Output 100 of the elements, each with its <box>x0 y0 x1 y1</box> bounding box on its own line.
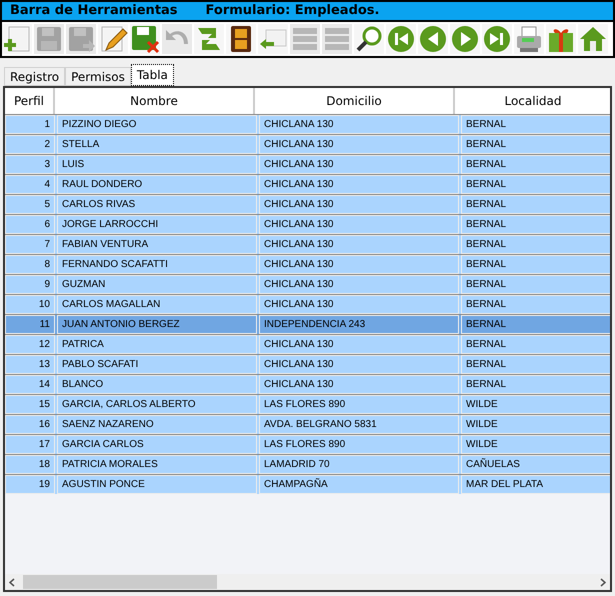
table-cell: FERNANDO SCAFATTI <box>57 255 257 274</box>
table-cell: CHICLANA 130 <box>259 115 459 134</box>
table-cell: 13 <box>5 355 55 374</box>
table-cell: 11 <box>5 315 55 334</box>
table-cell: CAÑUELAS <box>461 455 610 474</box>
table-cell: 15 <box>5 395 55 414</box>
table-cell: BLANCO <box>57 375 257 394</box>
table-cell: BERNAL <box>461 115 610 134</box>
first-icon <box>386 24 416 54</box>
table-cell: BERNAL <box>461 175 610 194</box>
table-cell: BERNAL <box>461 375 610 394</box>
table-cell: BERNAL <box>461 155 610 174</box>
save-cancel-icon <box>130 24 160 54</box>
table-cell: WILDE <box>461 415 610 434</box>
table-cell: 16 <box>5 415 55 434</box>
table-cell: MAR DEL PLATA <box>461 475 610 494</box>
scroll-left-icon[interactable] <box>9 578 15 586</box>
table-cell: CHAMPAGÑA <box>259 475 459 494</box>
table-cell: BERNAL <box>461 295 610 314</box>
tab[interactable]: Tabla <box>130 64 174 86</box>
table-cell: BERNAL <box>461 255 610 274</box>
table-cell: LUIS <box>57 155 257 174</box>
table-cell: BERNAL <box>461 275 610 294</box>
table-cell: 7 <box>5 235 55 254</box>
table-cell: CHICLANA 130 <box>259 255 459 274</box>
table-cell: 14 <box>5 375 55 394</box>
horizontal-scrollbar[interactable] <box>5 574 610 590</box>
table-cell: 12 <box>5 335 55 354</box>
table-cell: LAS FLORES 890 <box>259 395 459 414</box>
table-cell: BERNAL <box>461 195 610 214</box>
table-cell: BERNAL <box>461 335 610 354</box>
save-as-icon <box>66 24 96 54</box>
table-cell: CHICLANA 130 <box>259 275 459 294</box>
scroll-thumb[interactable] <box>23 575 217 589</box>
table-cell: WILDE <box>461 435 610 454</box>
table-cell: BERNAL <box>461 235 610 254</box>
last-button[interactable] <box>482 24 512 54</box>
table-cell: 4 <box>5 175 55 194</box>
table-cell: 6 <box>5 215 55 234</box>
save-icon <box>34 24 64 54</box>
table-cell: CARLOS MAGALLAN <box>57 295 257 314</box>
table-cell: CHICLANA 130 <box>259 175 459 194</box>
table-cell: CHICLANA 130 <box>259 335 459 354</box>
table-cell: INDEPENDENCIA 243 <box>259 315 459 334</box>
tab[interactable]: Permisos <box>65 67 131 86</box>
home-button[interactable] <box>578 24 608 54</box>
table-cell: CHICLANA 130 <box>259 155 459 174</box>
table-cell: JORGE LARROCCHI <box>57 215 257 234</box>
table-cell: 10 <box>5 295 55 314</box>
table-cell: AVDA. BELGRANO 5831 <box>259 415 459 434</box>
tab[interactable]: Registro <box>4 67 66 86</box>
gift-button[interactable] <box>546 24 576 54</box>
scroll-right-icon[interactable] <box>600 578 606 586</box>
print-icon <box>514 24 544 54</box>
table-cell: FABIAN VENTURA <box>57 235 257 254</box>
table-cell: 3 <box>5 155 55 174</box>
search-button[interactable] <box>354 24 384 54</box>
table-cell: 17 <box>5 435 55 454</box>
table-cell: 2 <box>5 135 55 154</box>
edit-button[interactable] <box>98 24 128 54</box>
table-cell: SAENZ NAZARENO <box>57 415 257 434</box>
table-cell: 1 <box>5 115 55 134</box>
table-cell: CARLOS RIVAS <box>57 195 257 214</box>
table-cell: CHICLANA 130 <box>259 195 459 214</box>
table-cell: CHICLANA 130 <box>259 235 459 254</box>
new-button[interactable] <box>2 24 32 54</box>
table-cell: 8 <box>5 255 55 274</box>
table-cell: PATRICIA MORALES <box>57 455 257 474</box>
table-cell: GUZMAN <box>57 275 257 294</box>
table-cell: BERNAL <box>461 215 610 234</box>
table-cell: CHICLANA 130 <box>259 355 459 374</box>
table-cell: AGUSTIN PONCE <box>57 475 257 494</box>
table-cell: GARCIA CARLOS <box>57 435 257 454</box>
print-button[interactable] <box>514 24 544 54</box>
next-icon <box>450 24 480 54</box>
table-cell: PIZZINO DIEGO <box>57 115 257 134</box>
table-cell: CHICLANA 130 <box>259 375 459 394</box>
prev-button[interactable] <box>418 24 448 54</box>
table-cell: PABLO SCAFATI <box>57 355 257 374</box>
table-cell: CHICLANA 130 <box>259 295 459 314</box>
table-cell: JUAN ANTONIO BERGEZ <box>57 315 257 334</box>
film-button[interactable] <box>226 24 256 54</box>
table-cell: 18 <box>5 455 55 474</box>
table-cell: BERNAL <box>461 355 610 374</box>
table-cell: GARCIA, CARLOS ALBERTO <box>57 395 257 414</box>
save-cancel-button[interactable] <box>130 24 160 54</box>
last-icon <box>482 24 512 54</box>
table-cell: 19 <box>5 475 55 494</box>
table-cell: 5 <box>5 195 55 214</box>
window-title: Barra de Herramientas <box>10 2 178 20</box>
form-title: Formulario: Empleados. <box>206 2 380 20</box>
table-cell: RAUL DONDERO <box>57 175 257 194</box>
table-cell: BERNAL <box>461 135 610 154</box>
new-icon <box>2 24 32 54</box>
table-cell: WILDE <box>461 395 610 414</box>
home-icon <box>578 24 608 54</box>
next-button[interactable] <box>450 24 480 54</box>
search-icon <box>354 24 384 54</box>
table-cell: PATRICA <box>57 335 257 354</box>
prev-icon <box>418 24 448 54</box>
